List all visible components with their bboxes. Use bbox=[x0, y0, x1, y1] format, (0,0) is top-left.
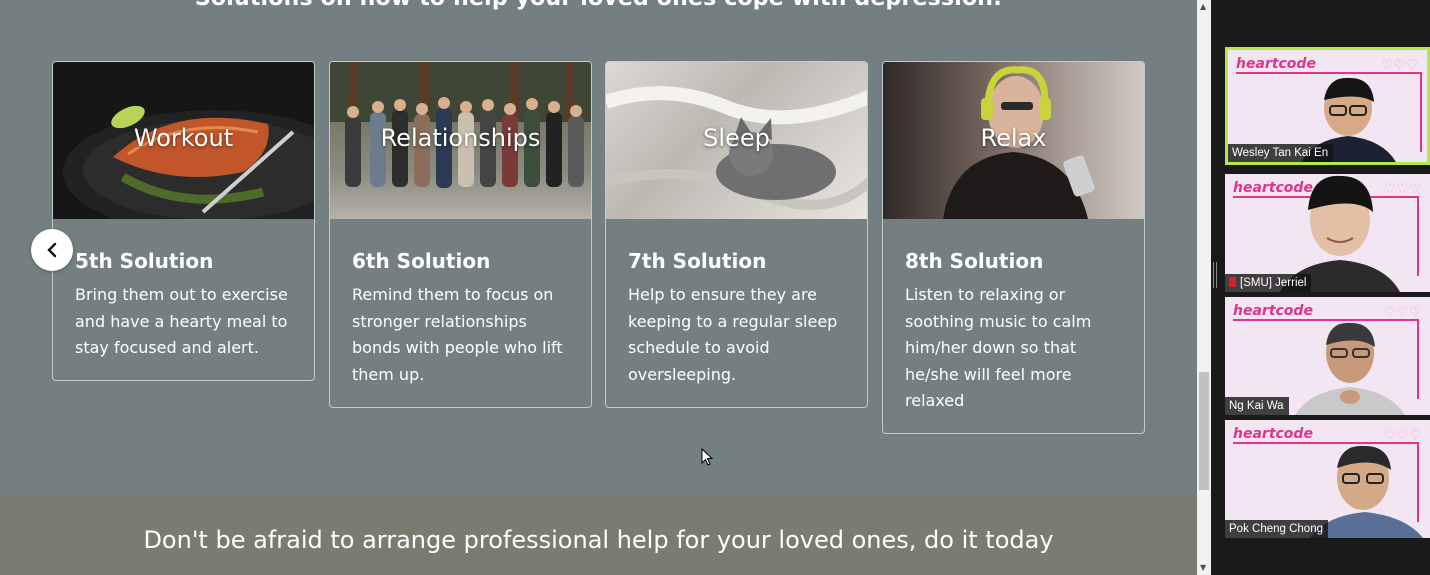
scroll-up-icon[interactable]: ▲ bbox=[1200, 2, 1206, 11]
section-heading: Solutions on how to help your loved ones… bbox=[0, 0, 1197, 11]
mouse-cursor-icon bbox=[701, 448, 714, 466]
participant-tile[interactable]: heartcode ♡♡♡ Wesley Tan Kai En bbox=[1225, 47, 1430, 165]
card-title: 6th Solution bbox=[352, 249, 491, 273]
sleep-image: Sleep bbox=[606, 62, 867, 219]
video-participants-panel: heartcode ♡♡♡ Wesley Tan Kai En heartcod… bbox=[1211, 0, 1430, 575]
participant-video-feed bbox=[1295, 322, 1405, 415]
card-image-title: Relationships bbox=[380, 124, 541, 152]
recording-icon bbox=[1229, 277, 1236, 287]
card-body: 6th Solution Remind them to focus on str… bbox=[330, 219, 591, 407]
card-image-title: Relax bbox=[980, 124, 1047, 152]
workout-image: Workout bbox=[53, 62, 314, 219]
participant-tile[interactable]: heartcode ♡♡♡ Ng Kai Wa bbox=[1225, 297, 1430, 415]
relationships-image: Relationships bbox=[330, 62, 591, 219]
panel-resize-handle[interactable] bbox=[1213, 262, 1217, 288]
participant-name: [SMU] Jerriel bbox=[1225, 274, 1312, 292]
heartcode-logo: heartcode bbox=[1233, 426, 1313, 442]
scrollbar-thumb[interactable] bbox=[1199, 372, 1209, 490]
participant-name: Wesley Tan Kai En bbox=[1228, 144, 1334, 162]
participant-name: Pok Cheng Chong bbox=[1225, 520, 1328, 538]
solution-card-8[interactable]: Relax 8th Solution Listen to relaxing or… bbox=[882, 61, 1145, 434]
participant-tile[interactable]: heartcode ♡♡♡ [SMU] Jerriel bbox=[1225, 174, 1430, 292]
card-text: Help to ensure they are keeping to a reg… bbox=[628, 285, 838, 384]
participant-name: Ng Kai Wa bbox=[1225, 397, 1289, 415]
card-title: 5th Solution bbox=[75, 249, 214, 273]
footer-banner: Don't be afraid to arrange professional … bbox=[0, 496, 1197, 575]
participant-name-text: [SMU] Jerriel bbox=[1240, 277, 1307, 289]
participant-tile[interactable]: heartcode ♡♡♡ Pok Cheng Chong bbox=[1225, 420, 1430, 538]
card-text: Listen to relaxing or soothing music to … bbox=[905, 285, 1092, 410]
card-image-title: Workout bbox=[133, 124, 234, 152]
card-body: 5th Solution Bring them out to exercise … bbox=[53, 219, 314, 380]
card-title: 8th Solution bbox=[905, 249, 1044, 273]
scroll-down-icon[interactable]: ▼ bbox=[1200, 563, 1206, 572]
card-text: Remind them to focus on stronger relatio… bbox=[352, 285, 563, 384]
chevron-left-icon bbox=[47, 242, 57, 258]
web-page: Solutions on how to help your loved ones… bbox=[0, 0, 1197, 575]
card-image-title: Sleep bbox=[703, 124, 770, 152]
page-scrollbar[interactable]: ▲ ▼ bbox=[1197, 0, 1211, 575]
footer-message: Don't be afraid to arrange professional … bbox=[143, 526, 1054, 554]
card-text: Bring them out to exercise and have a he… bbox=[75, 285, 288, 357]
card-body: 7th Solution Help to ensure they are kee… bbox=[606, 219, 867, 407]
card-body: 8th Solution Listen to relaxing or sooth… bbox=[883, 219, 1144, 433]
carousel-prev-button[interactable] bbox=[31, 229, 73, 271]
solution-card-5[interactable]: Workout 5th Solution Bring them out to e… bbox=[52, 61, 315, 381]
solution-card-7[interactable]: Sleep 7th Solution Help to ensure they a… bbox=[605, 61, 868, 408]
card-title: 7th Solution bbox=[628, 249, 767, 273]
solution-card-6[interactable]: Relationships 6th Solution Remind them t… bbox=[329, 61, 592, 408]
relax-image: Relax bbox=[883, 62, 1144, 219]
